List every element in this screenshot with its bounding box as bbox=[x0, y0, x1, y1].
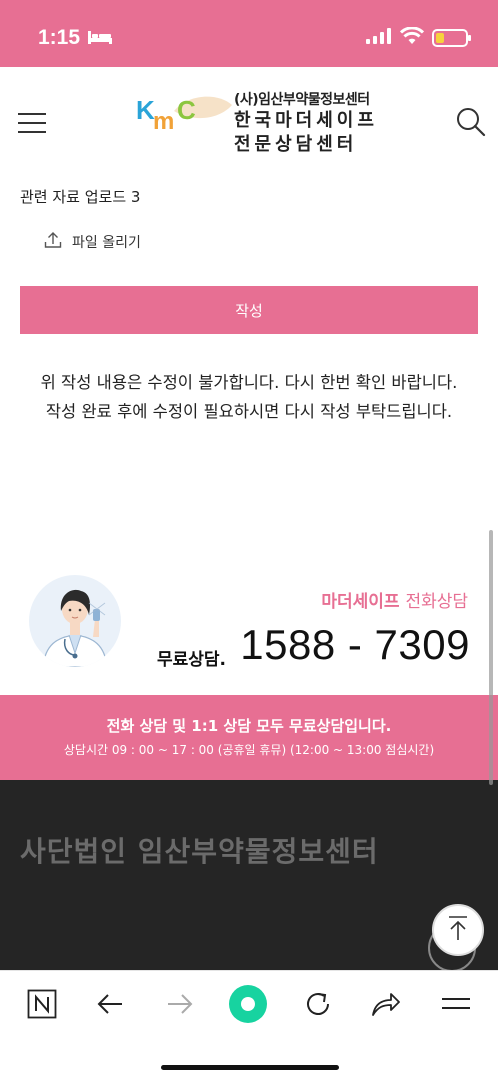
page-scrollbar[interactable] bbox=[489, 530, 493, 785]
scroll-to-top-button[interactable] bbox=[432, 904, 484, 956]
site-header: K m C (사)임산부약물정보센터 한국마더세이프 전문상담센터 bbox=[0, 67, 498, 184]
naver-n-icon[interactable] bbox=[22, 984, 62, 1024]
logo-subtitle: (사)임산부약물정보센터 bbox=[234, 92, 370, 108]
arrow-up-icon bbox=[446, 915, 470, 945]
browser-toolbar bbox=[0, 970, 498, 1080]
home-dot-icon[interactable] bbox=[228, 984, 268, 1024]
consult-hours: 상담시간 09 : 00 ~ 17 : 00 (공휴일 휴뮤) (12:00 ~… bbox=[63, 743, 435, 757]
wifi-icon bbox=[399, 26, 425, 48]
phone-number[interactable]: 1588 - 7309 bbox=[240, 621, 470, 669]
svg-text:m: m bbox=[153, 108, 174, 135]
forward-arrow-icon[interactable] bbox=[160, 984, 200, 1024]
status-indicators bbox=[366, 26, 471, 48]
svg-text:C: C bbox=[177, 95, 196, 125]
search-icon[interactable] bbox=[456, 107, 486, 141]
battery-icon bbox=[432, 28, 471, 47]
brand-suffix: 전화상담 bbox=[405, 592, 468, 612]
info-band-title: 전화 상담 및 1:1 상담 모두 무료상담입니다. bbox=[106, 717, 392, 735]
site-footer: 사단법인 임산부약물정보센터 bbox=[0, 780, 498, 972]
logo-title-line1: 한국마더세이프 bbox=[234, 110, 378, 131]
share-icon[interactable] bbox=[366, 984, 406, 1024]
consult-info-band: 전화 상담 및 1:1 상담 모두 무료상담입니다. 상담시간 09 : 00 … bbox=[0, 695, 498, 780]
footer-org-name: 사단법인 임산부약물정보센터 bbox=[20, 835, 379, 868]
phone-consult-title: 마더세이프 전화상담 bbox=[321, 587, 468, 612]
phone-consult-section: 마더세이프 전화상담 무료상담. 1588 - 7309 bbox=[0, 565, 498, 695]
status-time: 1:15 bbox=[38, 26, 81, 49]
refresh-icon[interactable] bbox=[298, 984, 338, 1024]
home-indicator[interactable] bbox=[161, 1065, 339, 1070]
file-upload-label: 파일 올리기 bbox=[72, 235, 141, 251]
notice-line-2: 작성 완료 후에 수정이 필요하시면 다시 작성 부탁드립니다. bbox=[45, 402, 453, 421]
back-arrow-icon[interactable] bbox=[90, 984, 130, 1024]
signal-icon bbox=[366, 27, 392, 48]
status-bar: 1:15 bbox=[0, 0, 498, 67]
upload-icon bbox=[44, 231, 62, 253]
edit-notice: 위 작성 내용은 수정이 불가합니다. 다시 한번 확인 바랍니다. 작성 완료… bbox=[14, 368, 484, 426]
submit-button[interactable]: 작성 bbox=[20, 286, 478, 334]
upload-section-label: 관련 자료 업로드 3 bbox=[20, 188, 141, 206]
site-logo[interactable]: K m C (사)임산부약물정보센터 한국마더세이프 전문상담센터 bbox=[134, 89, 378, 157]
brand-name: 마더세이프 bbox=[321, 592, 400, 612]
bed-icon bbox=[88, 29, 112, 49]
doctor-illustration bbox=[29, 575, 121, 667]
logo-title-line2: 전문상담센터 bbox=[234, 134, 358, 155]
logo-text: (사)임산부약물정보센터 한국마더세이프 전문상담센터 bbox=[234, 89, 378, 157]
free-consult-label: 무료상담. bbox=[157, 650, 227, 670]
hamburger-menu-icon[interactable] bbox=[18, 113, 46, 135]
file-upload-button[interactable]: 파일 올리기 bbox=[44, 231, 141, 253]
menu-lines-icon[interactable] bbox=[436, 984, 476, 1024]
kmc-logo-mark: K m C bbox=[134, 89, 234, 141]
notice-line-1: 위 작성 내용은 수정이 불가합니다. 다시 한번 확인 바랍니다. bbox=[40, 373, 458, 392]
